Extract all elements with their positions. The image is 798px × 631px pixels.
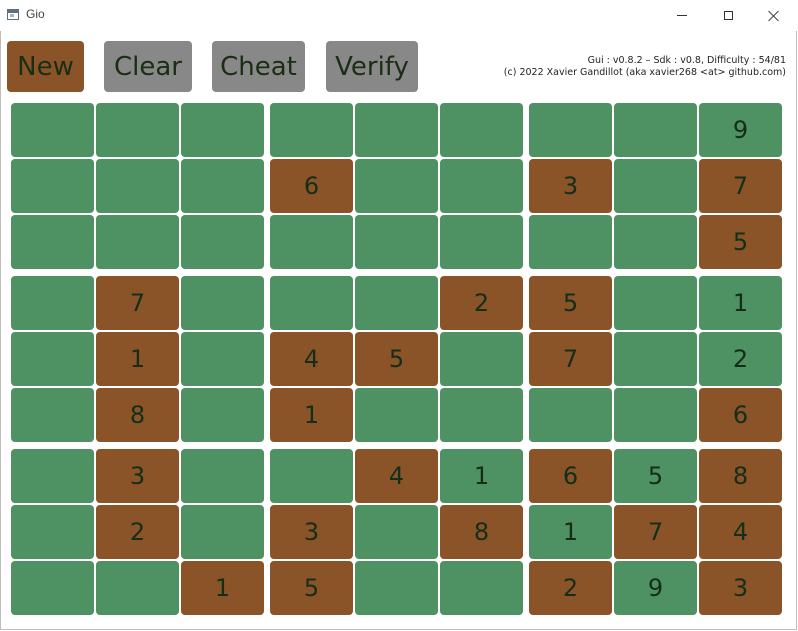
sudoku-cell[interactable]: 3 [270,505,353,559]
sudoku-cell[interactable] [440,103,523,157]
copyright-line: (c) 2022 Xavier Gandillot (aka xavier268… [503,67,786,78]
sudoku-cell[interactable] [181,388,264,442]
sudoku-cell[interactable]: 9 [614,561,697,615]
sudoku-cell[interactable] [614,388,697,442]
sudoku-cell[interactable]: 4 [699,505,782,559]
sudoku-cell[interactable]: 5 [699,215,782,269]
sudoku-cell[interactable] [614,276,697,330]
maximize-button[interactable] [705,0,751,31]
sudoku-cell[interactable]: 1 [181,561,264,615]
sudoku-cell[interactable] [11,561,94,615]
sudoku-cell[interactable]: 3 [699,561,782,615]
sudoku-cell[interactable] [11,159,94,213]
sudoku-cell[interactable]: 7 [614,505,697,559]
sudoku-cell[interactable] [11,215,94,269]
sudoku-cell[interactable]: 8 [699,449,782,503]
app-window-icon [7,9,19,20]
sudoku-cell[interactable] [440,561,523,615]
sudoku-cell[interactable]: 5 [355,332,438,386]
sudoku-cell[interactable] [181,505,264,559]
version-info: Gui : v0.8.2 – Sdk : v0.8, Difficulty : … [504,55,786,79]
sudoku-cell[interactable]: 8 [440,505,523,559]
close-icon [768,10,780,22]
sudoku-cell[interactable] [11,388,94,442]
sudoku-cell[interactable]: 2 [699,332,782,386]
sudoku-cell[interactable] [11,332,94,386]
sudoku-cell[interactable] [181,276,264,330]
sudoku-cell[interactable] [270,449,353,503]
sudoku-cell[interactable] [11,103,94,157]
sudoku-cell[interactable] [614,215,697,269]
clear-button[interactable]: Clear [104,41,192,92]
sudoku-cell[interactable] [355,505,438,559]
close-button[interactable] [751,0,797,31]
sudoku-cell[interactable] [11,505,94,559]
sudoku-cell[interactable] [270,276,353,330]
sudoku-cell[interactable] [96,103,179,157]
sudoku-cell[interactable]: 1 [699,276,782,330]
version-line: Gui : v0.8.2 – Sdk : v0.8, Difficulty : … [587,55,786,66]
sudoku-cell[interactable] [96,215,179,269]
sudoku-cell[interactable] [181,103,264,157]
sudoku-cell[interactable] [270,215,353,269]
sudoku-cell[interactable] [11,449,94,503]
maximize-icon [723,11,733,20]
minimize-button[interactable] [659,0,705,31]
sudoku-cell[interactable] [614,159,697,213]
sudoku-cell[interactable]: 4 [355,449,438,503]
sudoku-cell[interactable]: 7 [699,159,782,213]
sudoku-cell[interactable] [440,332,523,386]
title-bar: Gio [0,0,798,31]
sudoku-cell[interactable] [181,449,264,503]
sudoku-cell[interactable]: 7 [529,332,612,386]
sudoku-cell[interactable]: 9 [699,103,782,157]
sudoku-cell[interactable]: 1 [529,505,612,559]
sudoku-cell[interactable] [440,159,523,213]
sudoku-cell[interactable] [270,103,353,157]
sudoku-cell[interactable] [614,103,697,157]
sudoku-cell[interactable] [355,103,438,157]
sudoku-cell[interactable] [355,388,438,442]
sudoku-cell[interactable] [181,215,264,269]
sudoku-cell[interactable] [355,276,438,330]
sudoku-cell[interactable] [529,215,612,269]
sudoku-cell[interactable]: 5 [270,561,353,615]
window-title: Gio [26,7,45,21]
sudoku-cell[interactable] [11,276,94,330]
cheat-button[interactable]: Cheat [212,41,305,92]
sudoku-cell[interactable]: 1 [270,388,353,442]
sudoku-cell[interactable] [440,215,523,269]
sudoku-cell[interactable]: 2 [529,561,612,615]
sudoku-cell[interactable] [529,388,612,442]
sudoku-cell[interactable] [96,159,179,213]
sudoku-cell[interactable] [440,388,523,442]
new-game-button[interactable]: New [7,41,84,92]
sudoku-cell[interactable]: 8 [96,388,179,442]
sudoku-cell[interactable] [529,103,612,157]
sudoku-cell[interactable]: 1 [440,449,523,503]
sudoku-cell[interactable]: 7 [96,276,179,330]
sudoku-cell[interactable] [355,561,438,615]
sudoku-cell[interactable] [181,332,264,386]
sudoku-cell[interactable]: 1 [96,332,179,386]
sudoku-cell[interactable] [355,159,438,213]
minimize-icon [677,15,687,16]
sudoku-cell[interactable] [355,215,438,269]
sudoku-cell[interactable]: 4 [270,332,353,386]
sudoku-cell[interactable]: 2 [96,505,179,559]
sudoku-cell[interactable] [614,332,697,386]
sudoku-cell[interactable]: 3 [529,159,612,213]
sudoku-cell[interactable] [96,561,179,615]
sudoku-cell[interactable] [181,159,264,213]
sudoku-cell[interactable]: 6 [270,159,353,213]
sudoku-cell[interactable]: 2 [440,276,523,330]
sudoku-cell[interactable]: 5 [614,449,697,503]
verify-button[interactable]: Verify [326,41,418,92]
sudoku-cell[interactable]: 6 [699,388,782,442]
sudoku-cell[interactable]: 6 [529,449,612,503]
sudoku-cell[interactable]: 5 [529,276,612,330]
sudoku-cell[interactable]: 3 [96,449,179,503]
